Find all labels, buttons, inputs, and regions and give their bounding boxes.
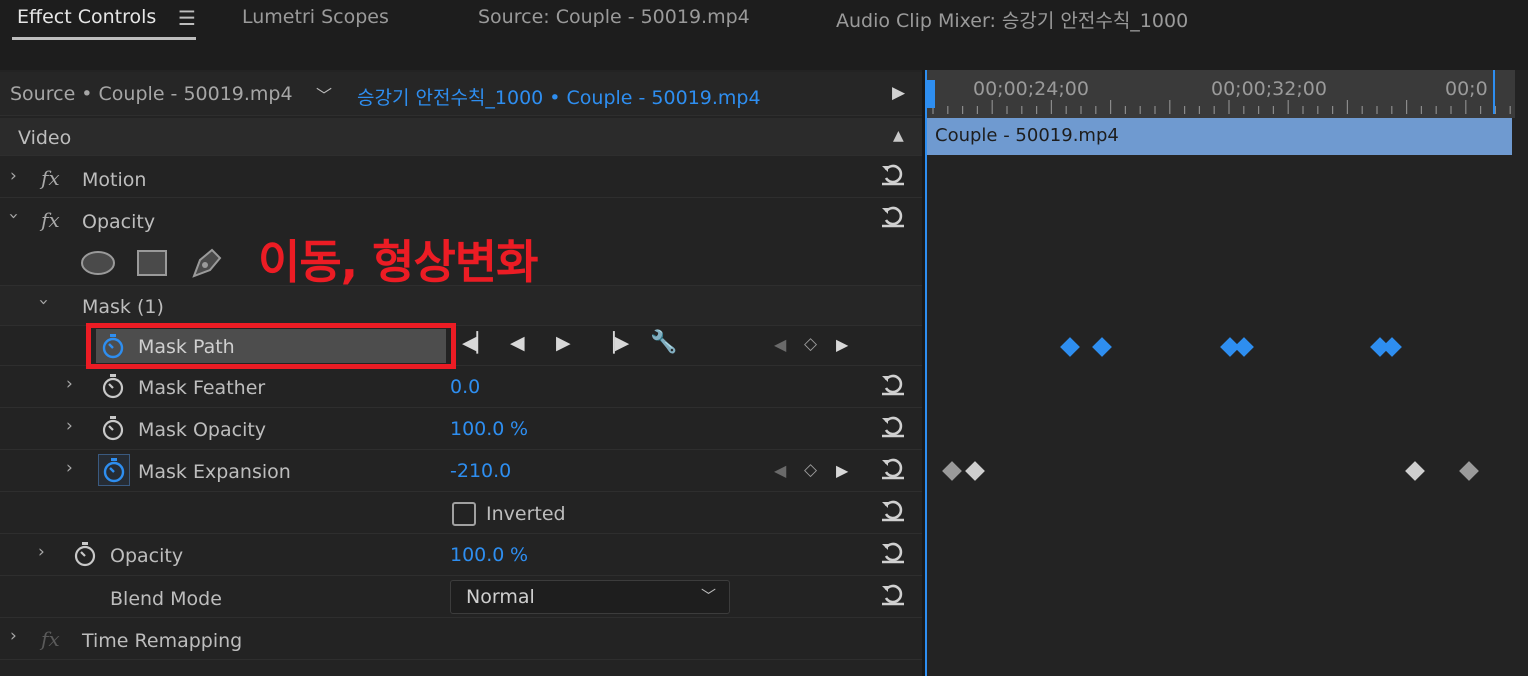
stopwatch-icon[interactable] [72,541,98,567]
active-tab-underline [12,37,196,40]
timeline-ruler[interactable]: 00;00;24;00 00;00;32;00 00;0 [925,70,1515,118]
next-keyframe-icon[interactable]: ▶ [836,461,848,480]
track-backward-one-icon[interactable]: ◀▏ [462,332,491,354]
fx-icon[interactable]: fx [41,208,60,232]
timecode-label: 00;00;32;00 [1211,78,1327,100]
panel-menu-icon[interactable]: ☰ [178,6,196,30]
fx-icon[interactable]: fx [41,166,60,190]
chevron-right-icon[interactable]: › [66,374,73,394]
stopwatch-icon[interactable] [101,457,127,483]
effect-label-motion: Motion [82,169,147,191]
chevron-down-icon: ﹀ [701,587,717,605]
reset-icon[interactable] [879,454,907,482]
effect-label-time-remapping: Time Remapping [82,630,243,652]
out-point-marker [1493,70,1495,114]
mask-expansion-value[interactable]: -210.0 [450,460,511,482]
mask-label: Mask (1) [82,296,164,318]
reset-icon[interactable] [879,538,907,566]
panel-tab-bar: Effect Controls ☰ Lumetri Scopes Source:… [0,0,1528,70]
play-triangle-icon[interactable]: ▶ [892,83,905,103]
fx-icon: fx [41,627,60,651]
timecode-label: 00;0 [1445,78,1488,100]
mask-opacity-value[interactable]: 100.0 [450,418,504,440]
blend-mode-value: Normal [466,586,535,608]
annotation-highlight-box [86,323,456,369]
chevron-down-icon[interactable]: › [33,299,53,306]
prev-keyframe-icon[interactable]: ◀ [774,335,786,354]
effect-label-opacity: Opacity [82,211,156,233]
inverted-checkbox[interactable] [452,502,476,526]
stopwatch-icon[interactable] [100,415,126,441]
pen-mask-icon[interactable] [188,246,224,280]
clip-name: Couple - 50019.mp4 [935,125,1119,146]
tab-effect-controls[interactable]: Effect Controls [17,6,156,28]
effect-row-time-remapping[interactable]: › fx Time Remapping [0,618,922,660]
mask-opacity-label: Mask Opacity [138,419,267,441]
add-keyframe-icon[interactable]: ◇ [804,334,817,354]
video-section-header: Video ▲ [0,118,922,156]
inverted-label: Inverted [486,503,566,525]
source-label: Source • Couple - 50019.mp4 [10,83,293,105]
reset-icon[interactable] [879,160,907,188]
timeline-area [925,70,1528,676]
opacity-label: Opacity [110,545,184,567]
mask-expansion-label: Mask Expansion [138,461,291,483]
source-selector-row: Source • Couple - 50019.mp4 ﹀ 승강기 안전수칙_1… [0,72,922,116]
property-row-mask-expansion[interactable]: › Mask Expansion -210.0 ◀ ◇ ▶ [0,450,922,492]
reset-icon[interactable] [879,202,907,230]
property-row-opacity[interactable]: › Opacity 100.0 % [0,534,922,576]
track-backward-icon[interactable]: ◀ [510,332,525,354]
mask-opacity-unit: % [510,418,529,440]
reset-icon[interactable] [879,580,907,608]
reset-icon[interactable] [879,496,907,524]
blend-mode-label: Blend Mode [110,588,222,610]
mask-feather-value[interactable]: 0.0 [450,376,480,398]
chevron-right-icon[interactable]: › [10,626,17,646]
wrench-icon[interactable]: 🔧 [650,330,677,355]
chevron-right-icon[interactable]: › [66,416,73,436]
chevron-right-icon[interactable]: › [38,542,45,562]
tab-lumetri-scopes[interactable]: Lumetri Scopes [242,6,389,28]
chevron-down-icon[interactable]: › [3,213,23,220]
prev-keyframe-icon[interactable]: ◀ [774,461,786,480]
collapse-up-icon[interactable]: ▲ [893,128,904,144]
mask-feather-label: Mask Feather [138,377,266,399]
tab-source[interactable]: Source: Couple - 50019.mp4 [478,6,750,28]
mask-header-row[interactable]: › Mask (1) [0,286,922,326]
clip-bar[interactable]: Couple - 50019.mp4 [925,118,1512,155]
add-keyframe-icon[interactable]: ◇ [804,460,817,480]
sequence-clip-label[interactable]: 승강기 안전수칙_1000 • Couple - 50019.mp4 [357,83,761,110]
property-row-mask-opacity[interactable]: › Mask Opacity 100.0 % [0,408,922,450]
opacity-unit: % [510,544,529,566]
chevron-right-icon[interactable]: › [10,166,17,186]
timecode-label: 00;00;24;00 [973,78,1089,100]
next-keyframe-icon[interactable]: ▶ [836,335,848,354]
track-forward-one-icon[interactable]: ▕▶ [600,332,629,354]
section-video-title: Video [18,127,72,149]
playhead-line[interactable] [925,70,927,676]
reset-icon[interactable] [879,370,907,398]
property-row-mask-feather[interactable]: › Mask Feather 0.0 [0,366,922,408]
chevron-right-icon[interactable]: › [66,458,73,478]
property-row-inverted: Inverted [0,492,922,534]
tab-audio-clip-mixer[interactable]: Audio Clip Mixer: 승강기 안전수칙_1000 [836,6,1188,33]
track-forward-icon[interactable]: ▶ [556,332,571,354]
opacity-value[interactable]: 100.0 [450,544,504,566]
chevron-down-icon[interactable]: ﹀ [316,82,332,106]
stopwatch-icon[interactable] [100,373,126,399]
blend-mode-dropdown[interactable]: Normal ﹀ [450,580,730,614]
annotation-text: 이동, 형상변화 [258,235,538,289]
ellipse-mask-icon[interactable] [80,250,116,276]
reset-icon[interactable] [879,412,907,440]
effect-row-motion[interactable]: › fx Motion [0,156,922,198]
rectangle-mask-icon[interactable] [136,249,168,277]
